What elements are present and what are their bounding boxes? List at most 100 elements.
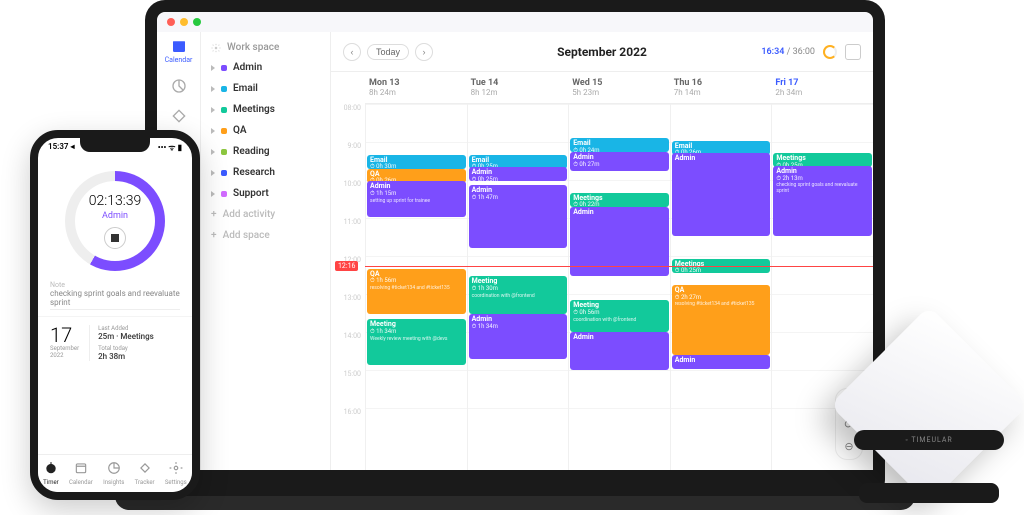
day-header[interactable]: Mon 138h 24m bbox=[365, 72, 467, 103]
day-headers: Mon 138h 24mTue 148h 12mWed 155h 23mThu … bbox=[365, 72, 873, 104]
tracker-brand: ◦ TIMEULAR bbox=[854, 430, 1004, 450]
day-column[interactable]: Email⏱ 0h 25mAdmin⏱ 0h 25mAdmin⏱ 1h 47mM… bbox=[467, 104, 569, 470]
tab-insights[interactable]: Insights bbox=[103, 461, 124, 486]
color-dot bbox=[221, 107, 227, 113]
settings-icon bbox=[169, 461, 183, 477]
pie-icon bbox=[171, 78, 187, 94]
tab-tracker[interactable]: Tracker bbox=[135, 461, 155, 486]
sidebar-item-label: QA bbox=[233, 125, 247, 136]
add-activity-label: Add activity bbox=[223, 209, 276, 220]
main-area: ‹ Today › September 2022 16:34 / 36:00 M… bbox=[331, 32, 873, 470]
workspace-label: Work space bbox=[227, 42, 279, 53]
window-controls[interactable] bbox=[167, 18, 201, 26]
time-block[interactable]: Email⏱ 0h 24m bbox=[570, 138, 669, 152]
color-dot bbox=[221, 149, 227, 155]
stop-button[interactable] bbox=[104, 227, 126, 249]
month-title: September 2022 bbox=[557, 45, 647, 59]
progress-donut-icon bbox=[823, 45, 837, 59]
color-dot bbox=[221, 170, 227, 176]
chevron-right-icon bbox=[211, 149, 215, 155]
phone-tabbar: Timer Calendar Insights Tracker Settings bbox=[38, 454, 192, 492]
day-column[interactable]: Email⏱ 0h 30mQA⏱ 0h 26mAdmin⏱ 1h 15msett… bbox=[365, 104, 467, 470]
chevron-right-icon bbox=[211, 65, 215, 71]
calendar-grid: 08:009:0010:0011:0012:0013:0014:0015:001… bbox=[331, 104, 873, 470]
hour-label: 14:00 bbox=[331, 332, 365, 370]
timer-area: 02:13:39 Admin bbox=[38, 153, 192, 271]
tracker-body bbox=[830, 306, 1024, 504]
time-block[interactable]: Admin⏱ 2h 13mchecking sprint goals and r… bbox=[773, 166, 872, 236]
rail-tracker[interactable] bbox=[165, 108, 193, 124]
workspace-header[interactable]: Work space bbox=[201, 38, 330, 57]
sidebar-item-admin[interactable]: Admin bbox=[201, 57, 330, 78]
hour-label: 13:00 bbox=[331, 294, 365, 332]
color-dot bbox=[221, 191, 227, 197]
day-column[interactable]: Email⏱ 0h 24mAdmin⏱ 0h 27m Meetings⏱ 0h 2… bbox=[568, 104, 670, 470]
sidebar-item-qa[interactable]: QA bbox=[201, 120, 330, 141]
day-header[interactable]: Wed 155h 23m bbox=[568, 72, 670, 103]
sidebar-item-label: Meetings bbox=[233, 104, 275, 115]
note-input[interactable]: checking sprint goals and reevaluate spr… bbox=[50, 289, 180, 310]
rail-calendar[interactable]: Calendar bbox=[165, 38, 193, 64]
today-button[interactable]: Today bbox=[367, 44, 409, 60]
next-button[interactable]: › bbox=[415, 43, 433, 61]
time-block[interactable]: Admin⏱ 0h 25m bbox=[469, 167, 568, 181]
chevron-right-icon bbox=[211, 107, 215, 113]
timer-value: 02:13:39 bbox=[89, 193, 141, 209]
phone-notch bbox=[80, 138, 150, 152]
color-dot bbox=[221, 65, 227, 71]
time-block[interactable]: Admin⏱ 1h 15msetting up sprint for train… bbox=[367, 181, 466, 216]
rail-pie[interactable] bbox=[165, 78, 193, 94]
phone-status-time: 15:37 ◂ bbox=[48, 142, 74, 153]
sidebar-item-reading[interactable]: Reading bbox=[201, 141, 330, 162]
tab-calendar[interactable]: Calendar bbox=[69, 461, 93, 486]
time-block[interactable]: QA⏱ 2h 27mresolving #ticket134 and #tick… bbox=[672, 285, 771, 355]
phone-stats: 17 September 2022 Last Added 25m · Meeti… bbox=[38, 316, 192, 369]
time-block[interactable]: Admin bbox=[570, 332, 669, 370]
day-header[interactable]: Tue 148h 12m bbox=[467, 72, 569, 103]
hour-label: 16:00 bbox=[331, 408, 365, 446]
timer-activity[interactable]: Admin bbox=[102, 211, 128, 221]
timer-icon bbox=[44, 461, 58, 477]
prev-button[interactable]: ‹ bbox=[343, 43, 361, 61]
date-picker-icon[interactable] bbox=[845, 44, 861, 60]
sidebar-item-research[interactable]: Research bbox=[201, 162, 330, 183]
add-space[interactable]: +Add space bbox=[201, 225, 330, 246]
day-header[interactable]: Thu 167h 14m bbox=[670, 72, 772, 103]
chevron-right-icon bbox=[211, 128, 215, 134]
time-block[interactable]: Admin bbox=[672, 153, 771, 235]
time-block[interactable]: Admin⏱ 1h 34m bbox=[469, 314, 568, 358]
time-block[interactable]: Admin bbox=[672, 355, 771, 369]
time-block[interactable]: Admin⏱ 0h 27m bbox=[570, 152, 669, 171]
day-header[interactable]: Fri 172h 34m bbox=[771, 72, 873, 103]
app-window: Calendar Work space Admin Email Meetings QA… bbox=[157, 32, 873, 470]
time-block[interactable]: Meeting⏱ 1h 34mWeekly review meeting wit… bbox=[367, 319, 466, 365]
sidebar-item-email[interactable]: Email bbox=[201, 78, 330, 99]
topbar: ‹ Today › September 2022 16:34 / 36:00 bbox=[331, 32, 873, 72]
chevron-right-icon bbox=[211, 86, 215, 92]
time-block[interactable]: Meeting⏱ 1h 30mcoordination with @fronte… bbox=[469, 276, 568, 314]
laptop-screen: Calendar Work space Admin Email Meetings QA… bbox=[157, 12, 873, 470]
color-dot bbox=[221, 128, 227, 134]
tab-timer[interactable]: Timer bbox=[43, 461, 59, 486]
phone-frame: 15:37 ◂ ••• ᯤ ▮ 02:13:39 Admin Note chec… bbox=[30, 130, 200, 500]
sidebar-item-label: Admin bbox=[233, 62, 262, 73]
time-block[interactable]: Admin⏱ 1h 47m bbox=[469, 185, 568, 248]
tracker-device: ◦ TIMEULAR bbox=[839, 325, 1019, 495]
time-block[interactable]: Meetings⏱ 0h 22m bbox=[570, 193, 669, 207]
calendar-icon bbox=[74, 461, 88, 477]
sidebar: Work space Admin Email Meetings QA Reading Re… bbox=[201, 32, 331, 470]
sidebar-item-meetings[interactable]: Meetings bbox=[201, 99, 330, 120]
add-activity[interactable]: +Add activity bbox=[201, 204, 330, 225]
tracker-icon bbox=[138, 461, 152, 477]
hour-label: 10:00 bbox=[331, 180, 365, 218]
day-number: 17 bbox=[50, 325, 79, 345]
gear-icon bbox=[211, 43, 221, 53]
time-block[interactable]: Meeting⏱ 0h 56mcoordination with @fronte… bbox=[570, 300, 669, 332]
hour-label: 15:00 bbox=[331, 370, 365, 408]
tab-settings[interactable]: Settings bbox=[165, 461, 187, 486]
day-column[interactable]: Email⏱ 0h 26mAdminMeetings⏱ 0h 25mQA⏱ 2h… bbox=[670, 104, 772, 470]
time-block[interactable]: QA⏱ 1h 56mresolving #ticket134 and #tick… bbox=[367, 269, 466, 315]
sidebar-item-label: Reading bbox=[233, 146, 270, 157]
time-block[interactable]: Email⏱ 0h 30m bbox=[367, 155, 466, 169]
sidebar-item-support[interactable]: Support bbox=[201, 183, 330, 204]
